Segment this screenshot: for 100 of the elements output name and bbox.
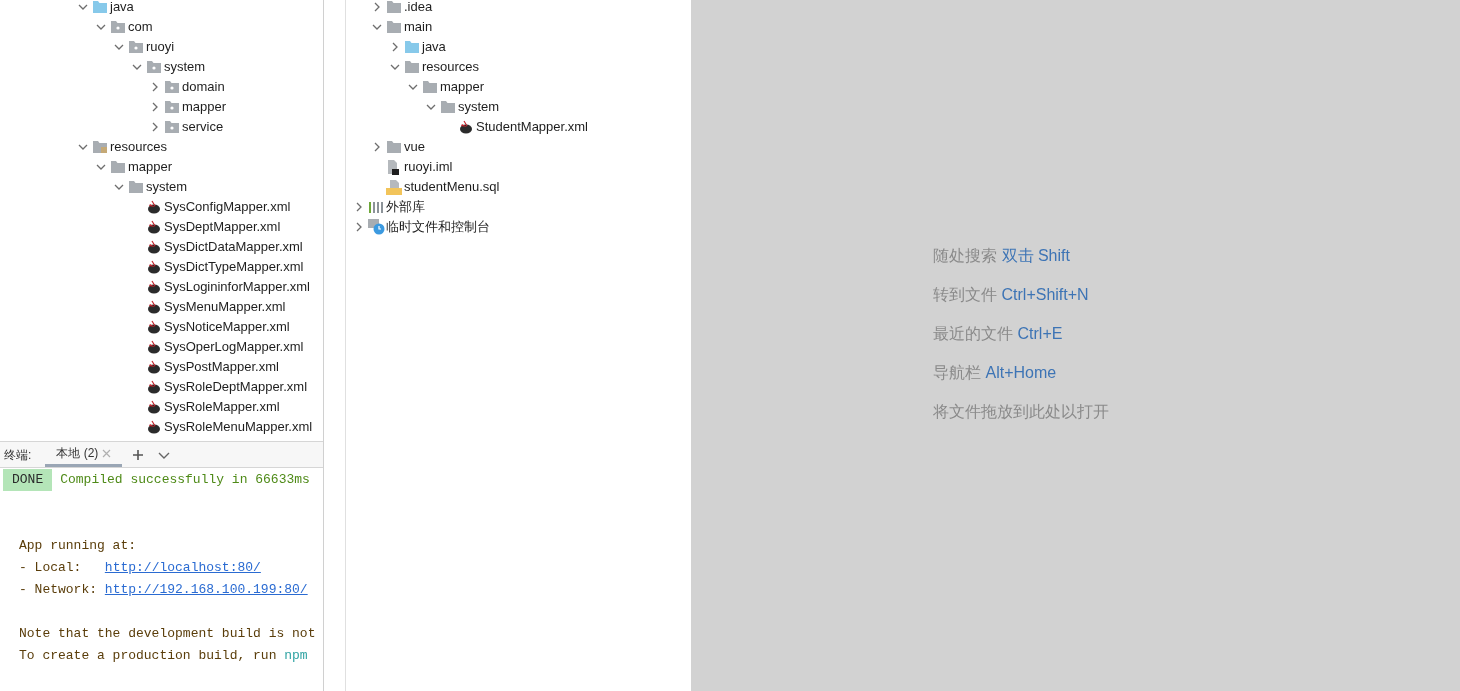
chevron-right-icon[interactable] <box>354 202 364 212</box>
hint-label: 将文件拖放到此处以打开 <box>932 401 1109 422</box>
package-folder-icon <box>164 100 180 114</box>
tree-item[interactable]: SysRoleDeptMapper.xml <box>164 377 308 397</box>
hint-label: 随处搜索 <box>932 245 997 266</box>
folder-icon <box>404 40 420 54</box>
terminal-link[interactable]: http://localhost:80/ <box>104 557 261 579</box>
terminal-text: App running at: <box>19 537 137 555</box>
sql-file-icon <box>386 179 402 195</box>
chevron-down-icon[interactable] <box>426 102 436 112</box>
tree-item[interactable]: SysMenuMapper.xml <box>164 297 286 317</box>
bird-icon <box>146 280 162 294</box>
bird-icon <box>458 120 474 134</box>
tree-item[interactable]: resources <box>110 137 168 157</box>
chevron-right-icon[interactable] <box>354 222 364 232</box>
tree-item[interactable]: SysLogininforMapper.xml <box>164 277 310 297</box>
hint-label: 导航栏 <box>932 362 981 383</box>
chevron-right-icon[interactable] <box>390 42 400 52</box>
chevron-down-icon[interactable] <box>408 82 418 92</box>
chevron-down-icon[interactable] <box>96 22 106 32</box>
tree-item[interactable]: SysRoleMenuMapper.xml <box>164 417 313 437</box>
hint-label: 最近的文件 <box>932 323 1013 344</box>
bird-icon <box>146 420 162 434</box>
folder-icon <box>404 60 420 74</box>
terminal-tab[interactable]: 本地 (2) <box>45 442 123 467</box>
tree-item[interactable]: SysNoticeMapper.xml <box>164 317 290 337</box>
folder-icon <box>386 20 402 34</box>
tree-item[interactable]: mapper <box>440 77 485 97</box>
terminal-text: Compiled successfully in 66633ms <box>60 471 310 489</box>
terminal-text: - Network: <box>19 581 98 599</box>
shortcut-text: Alt+Home <box>985 362 1057 383</box>
tree-item[interactable]: system <box>146 177 188 197</box>
tree-item[interactable]: SysOperLogMapper.xml <box>164 337 304 357</box>
tree-item[interactable]: java <box>422 37 446 57</box>
terminal-text: - Local: <box>19 559 83 577</box>
bird-icon <box>146 400 162 414</box>
tree-item[interactable]: SysDictDataMapper.xml <box>164 237 303 257</box>
tree-item[interactable]: system <box>458 97 500 117</box>
tree-item[interactable]: StudentMapper.xml <box>476 117 588 137</box>
terminal-link[interactable]: http://192.168.100.199:80/ <box>104 579 308 601</box>
tree-item[interactable]: 临时文件和控制台 <box>386 217 490 237</box>
tree-item[interactable]: SysRoleMapper.xml <box>164 397 280 417</box>
chevron-right-icon[interactable] <box>150 82 160 92</box>
tree-item[interactable]: SysDeptMapper.xml <box>164 217 281 237</box>
chevron-down-icon[interactable] <box>78 2 88 12</box>
folder-icon <box>386 140 402 154</box>
folder-icon <box>422 80 438 94</box>
tree-item[interactable]: main <box>404 17 433 37</box>
shortcut-text: Ctrl+E <box>1017 323 1063 344</box>
tree-item[interactable]: SysPostMapper.xml <box>164 357 279 377</box>
folder-icon <box>386 0 402 14</box>
tree-item[interactable]: SysDictTypeMapper.xml <box>164 257 304 277</box>
chevron-down-icon[interactable] <box>132 62 142 72</box>
bird-icon <box>146 300 162 314</box>
folder-icon <box>128 180 144 194</box>
bird-icon <box>146 320 162 334</box>
chevron-down-icon[interactable] <box>372 22 382 32</box>
chevron-right-icon[interactable] <box>150 102 160 112</box>
bird-icon <box>146 380 162 394</box>
bird-icon <box>146 340 162 354</box>
tree-item[interactable]: system <box>164 57 206 77</box>
tree-item[interactable]: java <box>110 0 134 17</box>
shortcut-text: 双击 Shift <box>1001 245 1070 266</box>
terminal-text: npm <box>284 647 308 665</box>
plus-icon[interactable] <box>132 448 145 461</box>
tree-item[interactable]: resources <box>422 57 480 77</box>
package-folder-icon <box>164 80 180 94</box>
tree-item[interactable]: SysConfigMapper.xml <box>164 197 291 217</box>
package-folder-icon <box>146 60 162 74</box>
shortcut-text: Ctrl+Shift+N <box>1001 284 1089 305</box>
tree-item[interactable]: mapper <box>182 97 227 117</box>
tree-item[interactable]: ruoyi <box>146 37 175 57</box>
status-badge: DONE <box>3 469 53 491</box>
tree-item[interactable]: 外部库 <box>386 197 425 217</box>
chevron-down-icon[interactable] <box>114 42 124 52</box>
tree-item[interactable]: com <box>128 17 153 37</box>
terminal-label: 终端: <box>4 446 32 464</box>
tree-item[interactable]: ruoyi.iml <box>404 157 453 177</box>
package-folder-icon <box>164 120 180 134</box>
chevron-down-icon[interactable] <box>96 162 106 172</box>
bird-icon <box>146 260 162 274</box>
bird-icon <box>146 220 162 234</box>
chevron-down-icon[interactable] <box>114 182 124 192</box>
folder-icon <box>92 0 108 14</box>
tree-item[interactable]: studentMenu.sql <box>404 177 500 197</box>
hint-label: 转到文件 <box>932 284 997 305</box>
tree-item[interactable]: mapper <box>128 157 173 177</box>
package-folder-icon <box>110 20 126 34</box>
chevron-down-icon[interactable] <box>390 62 400 72</box>
tree-item[interactable]: vue <box>404 137 425 157</box>
terminal-text: Note that the development build is not <box>19 625 316 643</box>
chevron-right-icon[interactable] <box>372 2 382 12</box>
tree-item[interactable]: .idea <box>404 0 433 17</box>
tree-item[interactable]: domain <box>182 77 225 97</box>
folder-icon <box>440 100 456 114</box>
chevron-right-icon[interactable] <box>372 142 382 152</box>
chevron-down-icon[interactable] <box>78 142 88 152</box>
chevron-right-icon[interactable] <box>150 122 160 132</box>
tree-item[interactable]: service <box>182 117 224 137</box>
bird-icon <box>146 240 162 254</box>
